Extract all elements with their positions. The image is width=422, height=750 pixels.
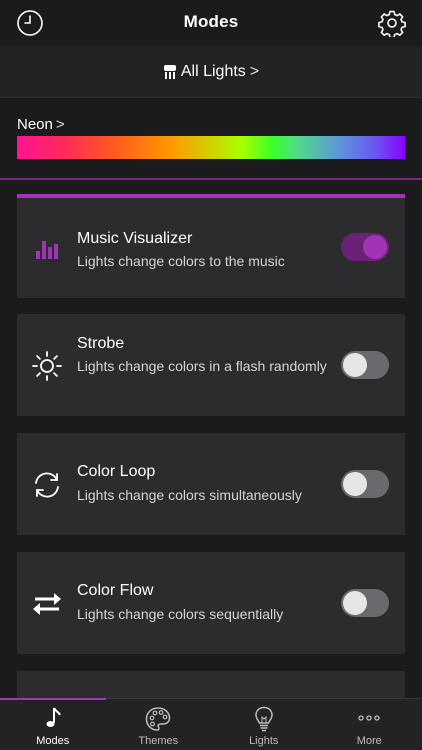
mode-title: Strobe (77, 335, 125, 352)
mode-description: Lights change colors sequentially (77, 606, 284, 622)
tab-themes[interactable]: Themes (106, 699, 212, 750)
mode-title: Color Flow (77, 582, 154, 599)
tab-label: Lights (249, 735, 279, 747)
chevron-right-icon: > (55, 116, 65, 133)
mode-card-color-loop[interactable]: Color Loop Lights change colors simultan… (17, 433, 405, 535)
sun-icon (32, 351, 62, 381)
tab-bar: Modes Themes Lights More (0, 698, 422, 750)
toggle-knob (343, 591, 367, 615)
theme-selector[interactable]: Neon > (17, 116, 65, 133)
mode-title: Music Visualizer (77, 230, 193, 247)
lights-selector[interactable]: All Lights > (0, 46, 422, 98)
mode-description: Lights change colors to the music (77, 253, 285, 269)
tab-more[interactable]: More (317, 699, 422, 750)
mode-card-partial[interactable] (17, 671, 405, 698)
tab-label: More (356, 735, 382, 747)
modes-list[interactable]: Music Visualizer Lights change colors to… (0, 180, 422, 698)
swap-arrows-icon (33, 593, 61, 615)
more-dots-icon (358, 715, 380, 721)
palette-icon (145, 707, 171, 731)
theme-color-gradient[interactable] (17, 136, 405, 159)
tab-modes[interactable]: Modes (0, 699, 106, 750)
mode-title: Color Loop (77, 463, 156, 480)
mode-card-color-flow[interactable]: Color Flow Lights change colors sequenti… (17, 552, 405, 654)
toggle-knob (343, 353, 367, 377)
mode-card-music-visualizer[interactable]: Music Visualizer Lights change colors to… (17, 194, 405, 298)
loop-arrows-icon (35, 472, 59, 498)
nav-header: Modes (0, 0, 422, 46)
toggle-knob (363, 235, 387, 259)
chevron-right-icon: > (249, 62, 260, 80)
music-visualizer-toggle[interactable] (341, 233, 389, 261)
music-note-icon (46, 707, 61, 727)
tab-label: Themes (138, 735, 179, 747)
equalizer-bars-icon (36, 241, 58, 259)
page-title: Modes (183, 12, 239, 31)
theme-name: Neon (17, 116, 53, 133)
theme-section: Neon > (0, 98, 422, 180)
lightbulb-icon (254, 706, 273, 732)
mode-description: Lights change colors in a flash randomly (77, 358, 327, 374)
toggle-knob (343, 472, 367, 496)
strobe-toggle[interactable] (341, 351, 389, 379)
lights-selector-label: All Lights (180, 62, 246, 80)
color-flow-toggle[interactable] (341, 589, 389, 617)
light-group-icon (163, 64, 176, 79)
tab-lights[interactable]: Lights (211, 699, 317, 750)
mode-card-strobe[interactable]: Strobe Lights change colors in a flash r… (17, 314, 405, 416)
color-loop-toggle[interactable] (341, 470, 389, 498)
gear-icon[interactable] (378, 9, 406, 37)
tab-label: Modes (36, 735, 70, 747)
mode-description: Lights change colors simultaneously (77, 487, 302, 503)
